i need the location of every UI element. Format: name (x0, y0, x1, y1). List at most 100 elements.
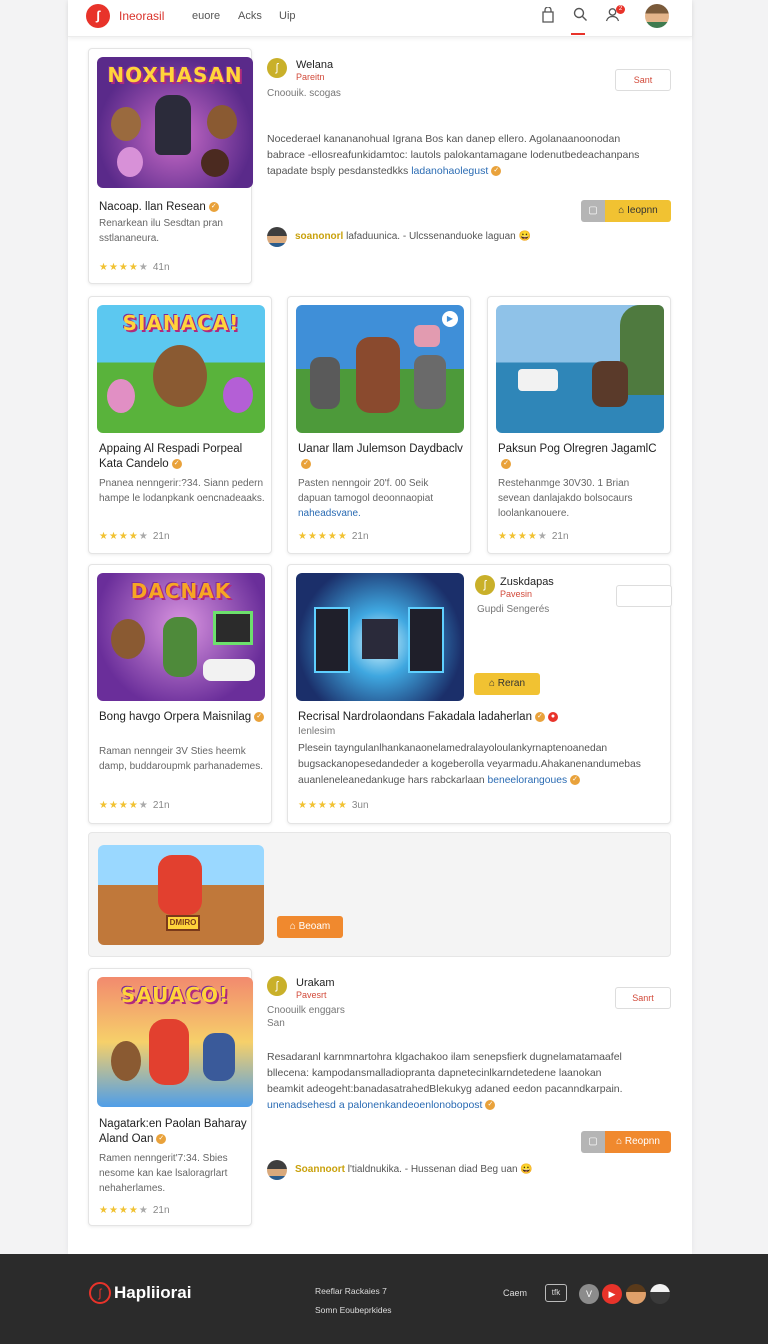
footer-label[interactable]: Caem (503, 1288, 527, 1298)
body-line: bugsackanopesedandeder a kogeberolla vey… (298, 759, 641, 770)
action-button[interactable]: Sanrt (615, 987, 671, 1009)
org-name[interactable]: Zuskdapas (500, 576, 554, 588)
card-description: Pnanea nenngerir:?34. Siann pedern hampe… (99, 478, 265, 504)
post-link[interactable]: ladanohaolegust (411, 165, 488, 177)
open-label: Reopnn (624, 1136, 660, 1147)
footer-avatar-2[interactable] (650, 1284, 670, 1304)
emoji-icon: 😀 (520, 1164, 533, 1175)
card-description: Restehanmge 30V30. 1 Brian sevean danlaj… (498, 478, 633, 519)
play-icon[interactable]: ▶ (442, 311, 458, 327)
game-card-1[interactable]: SIANACA! Appaing Al Respadi Porpeal Kata… (88, 296, 272, 554)
footer-link-2[interactable]: Somn Eoubeprkides (315, 1305, 392, 1315)
rating-stars: ★★★★★ 21n (298, 531, 369, 542)
comment-line: soanonorl lafaduunica. - Ulcssenanduoke … (295, 229, 531, 245)
promo-button[interactable]: ⌂ Beoam (277, 916, 343, 938)
promo-thumbnail[interactable]: DMIRO (98, 845, 264, 945)
verified-badge-icon: ✓ (485, 1100, 496, 1111)
verified-badge-icon: ✓ (501, 458, 511, 469)
nav-item-0[interactable]: euore (192, 10, 220, 22)
post-line: babrace -ellosreafunkidamtoc: lautols pa… (267, 149, 640, 161)
promo-label: Beoam (298, 921, 331, 932)
game-thumbnail[interactable]: SIANACA! (97, 305, 265, 433)
footer-badge[interactable]: tfk (545, 1284, 567, 1302)
social-v-icon[interactable]: V (579, 1284, 599, 1304)
org-meta: Cnoouik. scogas (267, 88, 341, 99)
promo-icon: ⌂ (289, 921, 296, 932)
org-subtitle: Pareitn (296, 72, 325, 82)
featured-card-2[interactable]: SAUACO! Nagatark:en Paolan Baharay Aland… (88, 968, 253, 1226)
open-button[interactable]: ⌂ Reopnn (605, 1131, 671, 1153)
footer-brand[interactable]: Hapliiorai (114, 1283, 191, 1303)
verified-badge-icon: ✓ (570, 775, 581, 786)
post-body: Resadaranl karnmnartohra klgachakoo ilam… (267, 1049, 677, 1113)
game-card-3[interactable]: Paksun Pog Olregren JagamlC ✓ Restehanmge… (487, 296, 671, 554)
org-subtitle: Pavesrt (296, 990, 327, 1000)
org-name[interactable]: Welana (296, 59, 333, 71)
brand-name[interactable]: Ineorasil (119, 9, 164, 23)
open-label: Ieopnn (627, 205, 658, 216)
featured-thumbnail-1[interactable]: NOXHASAN (97, 57, 253, 188)
rating-count: 21n (152, 1205, 170, 1216)
action-button[interactable]: Sant (615, 69, 671, 91)
card-title: Appaing Al Respadi Porpeal Kata Candelo (99, 443, 243, 470)
verified-badge-icon: ✓ (171, 458, 182, 469)
nav-item-2[interactable]: Uip (279, 10, 296, 22)
post-link[interactable]: unenadsehesd a palonenkandeoenlonobopost (267, 1099, 482, 1111)
social-play-icon[interactable]: ▶ (602, 1284, 622, 1304)
username[interactable]: Soannoort (295, 1164, 345, 1175)
footer-avatar-1[interactable] (626, 1284, 646, 1304)
card-title: Nacoap. llan Resean (99, 201, 206, 213)
alert-badge-icon: ● (547, 711, 558, 722)
run-button[interactable]: ⌂ Reran (474, 673, 540, 695)
wide-title: Recrisal Nardrolaondans Fakadala ladaher… (298, 711, 532, 723)
footer-link-1[interactable]: Reeflar Rackaies 7 (315, 1286, 387, 1296)
nav-item-1[interactable]: Acks (238, 10, 262, 22)
comment-text: lafaduunica. - Ulcssenanduoke laguan (346, 231, 516, 242)
wide-card[interactable]: Recrisal Nardrolaondans Fakadala ladaher… (287, 564, 672, 824)
org-icon: ʃ (475, 575, 495, 595)
rating-stars: ★★★★★ 21n (99, 800, 170, 811)
top-bar: ʃ Ineorasil euore Acks Uip 2 (68, 0, 692, 37)
open-button[interactable]: ⌂ Ieopnn (605, 200, 671, 222)
run-icon: ⌂ (488, 678, 495, 689)
footer: ʃ Hapliiorai Reeflar Rackaies 7 Somn Eou… (0, 1254, 768, 1344)
featured-card-1[interactable]: NOXHASAN Nacoap. llan Resean ✓ Renarkean … (88, 48, 253, 284)
game-card-2[interactable]: ▶ Uanar llam Julemson Daydbaclv ✓ Pasten … (287, 296, 471, 554)
notification-badge: 2 (616, 5, 625, 14)
org-name[interactable]: Urakam (296, 977, 335, 989)
featured-thumbnail-2[interactable]: SAUACO! (97, 977, 253, 1107)
post-line: Nocederael kanananohual Igrana Bos kan d… (267, 133, 621, 145)
wide-thumbnail[interactable] (296, 573, 464, 701)
body-link[interactable]: beneelorangoues (488, 775, 568, 786)
card-description: Renarkean ilu Sesdtan pran sstlananeura. (99, 218, 223, 244)
bag-icon[interactable] (539, 6, 557, 25)
game-thumbnail[interactable]: ▶ (296, 305, 464, 433)
emoji-icon: 😀 (518, 231, 531, 242)
promo-thumb-label: DMIRO (166, 915, 200, 931)
username[interactable]: soanonorl (295, 231, 343, 242)
logo-icon[interactable]: ʃ (86, 4, 110, 28)
game-thumbnail[interactable]: DACNAK (97, 573, 265, 701)
action-button[interactable] (616, 585, 672, 607)
search-icon[interactable] (571, 7, 589, 25)
rating-stars: ★★★★★ 3un (298, 800, 369, 811)
org-subtitle: Pavesin (500, 589, 533, 599)
card-title: Uanar llam Julemson Daydbaclv (298, 443, 463, 455)
user-avatar[interactable] (267, 227, 287, 247)
rating-stars: ★★★★★ 21n (99, 1205, 170, 1216)
card-link[interactable]: naheadsvane. (298, 508, 361, 519)
bookmark-button[interactable]: ▢ (581, 1131, 605, 1153)
footer-logo-icon[interactable]: ʃ (89, 1282, 111, 1304)
card-description: Pasten nenngoir 20'f. 00 Seik dapuan tam… (298, 478, 434, 504)
wide-body: Plesein tayngulanlhankanaonelamedralayol… (298, 741, 670, 789)
body-line: auanleneleanedankuge hars rabckarlaan (298, 775, 485, 786)
profile-avatar[interactable] (645, 4, 669, 28)
rating-stars: ★★★★★ 21n (99, 531, 170, 542)
active-indicator (571, 33, 585, 35)
game-card-4[interactable]: DACNAK Bong havgo Orpera Maisnilag ✓ Rama… (88, 564, 272, 824)
user-avatar[interactable] (267, 1160, 287, 1180)
bookmark-button[interactable]: ▢ (581, 200, 605, 222)
post-line: beamkit adeogeht:banadasatrahedBlekukyg … (267, 1083, 623, 1095)
verified-badge-icon: ✓ (208, 201, 219, 212)
game-thumbnail[interactable] (496, 305, 664, 433)
